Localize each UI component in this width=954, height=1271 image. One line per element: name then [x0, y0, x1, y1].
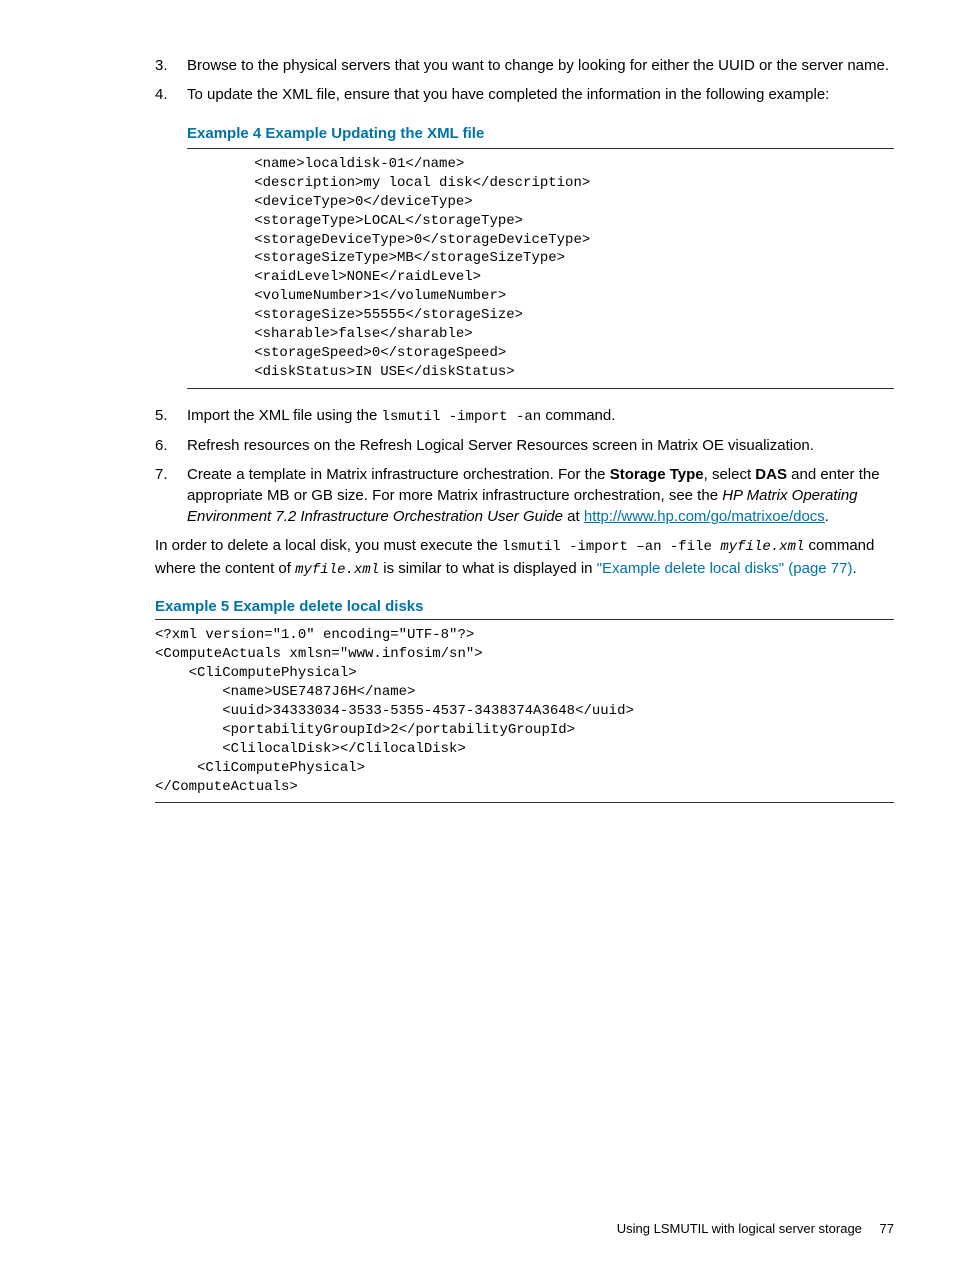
- inline-code: lsmutil -import –an -file: [502, 539, 720, 555]
- text: .: [825, 508, 829, 525]
- text: , select: [704, 466, 756, 483]
- text: is similar to what is displayed in: [379, 560, 597, 577]
- step-4: 4. To update the XML file, ensure that y…: [155, 84, 894, 389]
- cross-reference[interactable]: "Example delete local disks" (page 77): [597, 560, 853, 577]
- text: at: [563, 508, 584, 525]
- page-number: 77: [880, 1221, 894, 1236]
- step-7: 7. Create a template in Matrix infrastru…: [155, 464, 894, 527]
- step-text-pre: Import the XML file using the: [187, 407, 382, 424]
- step-6: 6. Refresh resources on the Refresh Logi…: [155, 435, 894, 456]
- step-text: To update the XML file, ensure that you …: [187, 86, 829, 103]
- step-5: 5. Import the XML file using the lsmutil…: [155, 405, 894, 428]
- step-number: 7.: [155, 464, 168, 485]
- step-text: Refresh resources on the Refresh Logical…: [187, 437, 814, 454]
- example-5-title: Example 5 Example delete local disks: [155, 598, 894, 615]
- step-text-post: command.: [541, 407, 615, 424]
- inline-code: lsmutil -import -an: [382, 409, 542, 425]
- page-footer: Using LSMUTIL with logical server storag…: [617, 1221, 894, 1236]
- step-text: Browse to the physical servers that you …: [187, 57, 889, 74]
- bold-text: DAS: [755, 466, 787, 483]
- inline-code-italic: myfile.xml: [295, 562, 379, 578]
- step-number: 6.: [155, 435, 168, 456]
- bold-text: Storage Type: [610, 466, 704, 483]
- text: .: [853, 560, 857, 577]
- step-number: 4.: [155, 84, 168, 105]
- example-5-code: <?xml version="1.0" encoding="UTF-8"?> <…: [155, 619, 894, 803]
- text: In order to delete a local disk, you mus…: [155, 537, 502, 554]
- delete-paragraph: In order to delete a local disk, you mus…: [155, 535, 894, 580]
- step-3: 3. Browse to the physical servers that y…: [155, 55, 894, 76]
- example-4-title: Example 4 Example Updating the XML file: [187, 123, 894, 144]
- footer-text: Using LSMUTIL with logical server storag…: [617, 1221, 862, 1236]
- text: Create a template in Matrix infrastructu…: [187, 466, 610, 483]
- inline-code-italic: myfile.xml: [720, 539, 804, 555]
- step-number: 5.: [155, 405, 168, 426]
- example-4-code: <name>localdisk-01</name> <description>m…: [187, 148, 894, 389]
- step-number: 3.: [155, 55, 168, 76]
- docs-link[interactable]: http://www.hp.com/go/matrixoe/docs: [584, 508, 825, 525]
- page: 3. Browse to the physical servers that y…: [0, 0, 954, 1271]
- ordered-list: 3. Browse to the physical servers that y…: [155, 55, 894, 527]
